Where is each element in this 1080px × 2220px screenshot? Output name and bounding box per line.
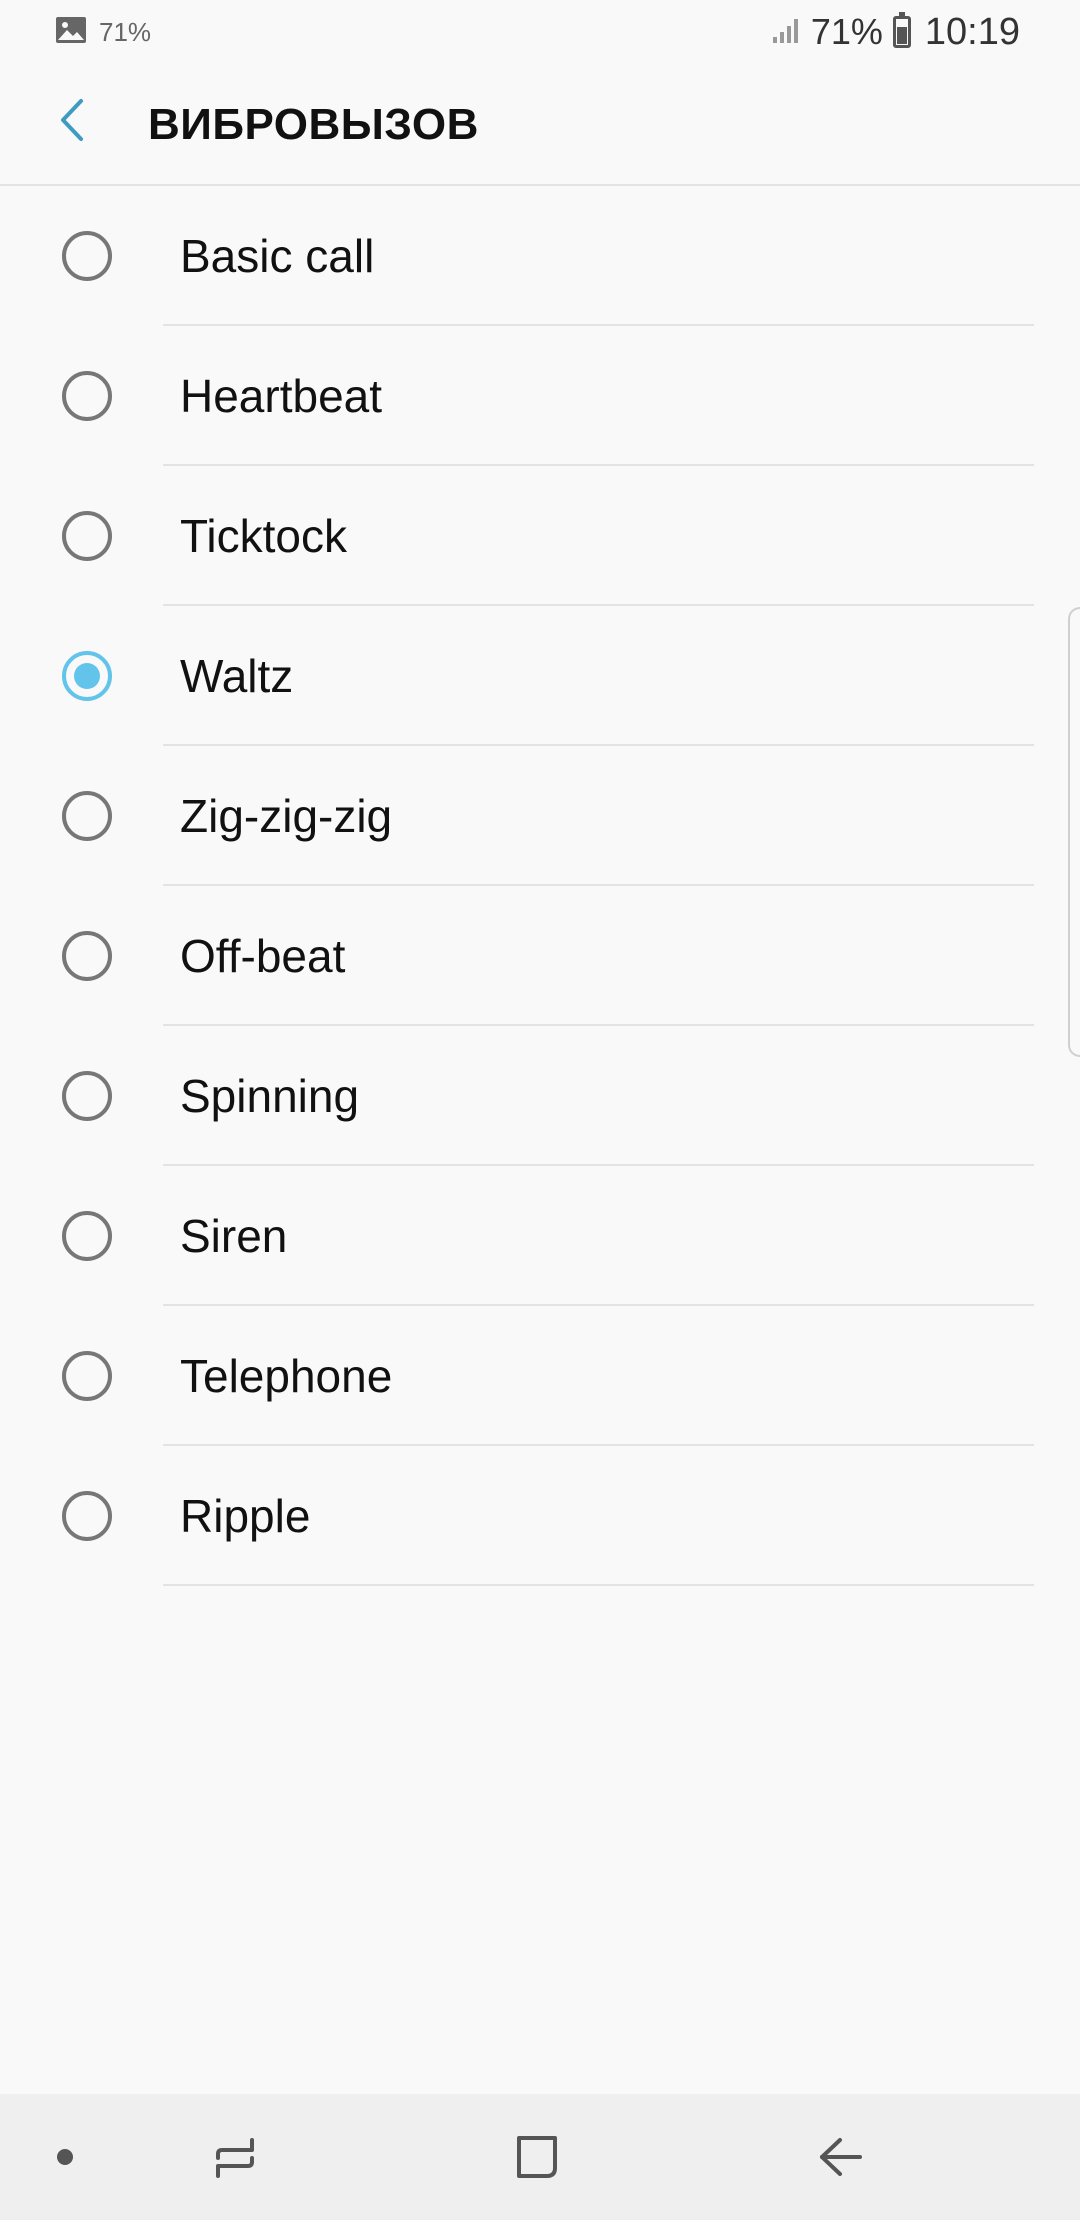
option-item-spinning[interactable]: Spinning [0, 1026, 1080, 1166]
radio-button-selected[interactable] [62, 651, 112, 701]
battery-icon [892, 12, 911, 48]
option-item-basic-call[interactable]: Basic call [0, 186, 1080, 326]
back-button[interactable] [42, 92, 102, 152]
option-item-waltz[interactable]: Waltz [0, 606, 1080, 746]
radio-button[interactable] [62, 1351, 112, 1401]
option-label: Waltz [180, 650, 294, 702]
option-label: Telephone [180, 1350, 393, 1402]
home-icon[interactable] [503, 2122, 573, 2192]
page-title: ВИБРОВЫЗОВ [148, 100, 479, 149]
option-item-ripple[interactable]: Ripple [0, 1446, 1080, 1586]
option-label: Basic call [180, 230, 375, 282]
radio-button[interactable] [62, 1211, 112, 1261]
recent-apps-icon[interactable] [200, 2122, 270, 2192]
radio-button[interactable] [62, 931, 112, 981]
option-item-siren[interactable]: Siren [0, 1166, 1080, 1306]
radio-button[interactable] [62, 791, 112, 841]
option-item-zig-zig-zig[interactable]: Zig-zig-zig [0, 746, 1080, 886]
radio-button[interactable] [62, 1491, 112, 1541]
option-label: Ripple [180, 1490, 311, 1542]
app-bar: ВИБРОВЫЗОВ [0, 64, 1080, 186]
option-label: Spinning [180, 1070, 360, 1122]
option-item-off-beat[interactable]: Off-beat [0, 886, 1080, 1026]
scroll-handle[interactable] [1068, 607, 1080, 1057]
option-label: Siren [180, 1210, 288, 1262]
option-item-telephone[interactable]: Telephone [0, 1306, 1080, 1446]
option-label: Heartbeat [180, 370, 383, 422]
vibration-pattern-list: Basic call Heartbeat Ticktock Waltz Zig-zig-… [0, 186, 1080, 1586]
option-label: Zig-zig-zig [180, 790, 393, 842]
chevron-left-icon [55, 97, 89, 148]
status-right: 71% 10:19 [771, 11, 1020, 54]
notification-percent: 71% [99, 16, 152, 47]
status-left: 71% [55, 16, 151, 49]
option-label: Off-beat [180, 930, 346, 982]
battery-percent: 71% [810, 11, 883, 52]
image-notification-icon [55, 16, 87, 49]
status-bar: 71% 71% 10:19 [0, 0, 1080, 64]
option-item-ticktock[interactable]: Ticktock [0, 466, 1080, 606]
option-item-heartbeat[interactable]: Heartbeat [0, 326, 1080, 466]
clock: 10:19 [924, 10, 1020, 53]
signal-icon [771, 15, 801, 50]
navigation-bar [0, 2094, 1080, 2220]
radio-button[interactable] [62, 1071, 112, 1121]
radio-button[interactable] [62, 231, 112, 281]
radio-button[interactable] [62, 371, 112, 421]
dot-indicator-icon[interactable] [30, 2122, 100, 2192]
option-label: Ticktock [180, 510, 347, 562]
divider [163, 1584, 1034, 1586]
radio-button[interactable] [62, 511, 112, 561]
back-arrow-icon[interactable] [806, 2122, 876, 2192]
